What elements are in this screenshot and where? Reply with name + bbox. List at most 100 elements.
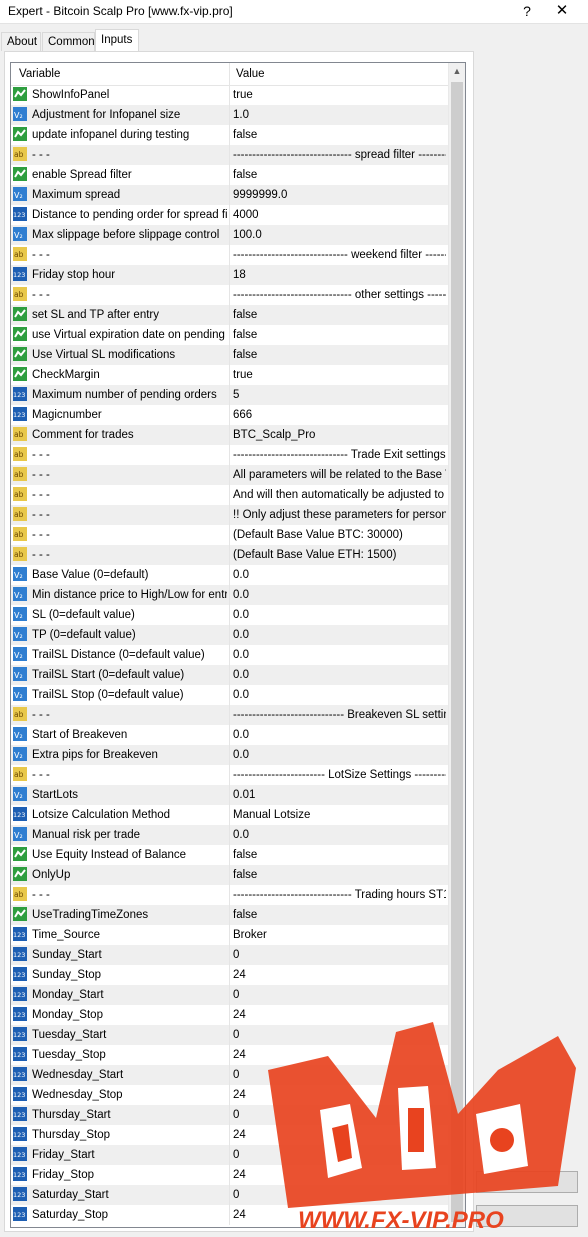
variable-value[interactable]: 0.0 [233, 725, 446, 745]
variable-value[interactable]: false [233, 305, 446, 325]
table-row[interactable]: V₂ TrailSL Stop (0=default value) 0.0 [11, 685, 448, 705]
table-row[interactable]: ab - - - ------------------------------ we… [11, 245, 448, 265]
variable-value[interactable]: 24 [233, 965, 446, 985]
table-row[interactable]: ab - - - ------------------------------- s… [11, 145, 448, 165]
variable-value[interactable]: 5 [233, 385, 446, 405]
variable-value[interactable]: Manual Lotsize [233, 805, 446, 825]
variable-value[interactable]: false [233, 905, 446, 925]
variable-value[interactable]: 9999999.0 [233, 185, 446, 205]
table-row[interactable]: OnlyUp false [11, 865, 448, 885]
table-row[interactable]: ab - - - All parameters will be related to… [11, 465, 448, 485]
variable-value[interactable]: BTC_Scalp_Pro [233, 425, 446, 445]
table-row[interactable]: V₂ TrailSL Start (0=default value) 0.0 [11, 665, 448, 685]
column-header-variable[interactable]: Variable [11, 63, 230, 85]
variable-value[interactable]: false [233, 325, 446, 345]
table-row[interactable]: ab - - - !! Only adjust these parameters f… [11, 505, 448, 525]
table-row[interactable]: Use Equity Instead of Balance false [11, 845, 448, 865]
variable-value[interactable]: 0.0 [233, 685, 446, 705]
table-row[interactable]: 123 Lotsize Calculation Method Manual Lots… [11, 805, 448, 825]
table-row[interactable]: use Virtual expiration date on pending o… [11, 325, 448, 345]
variable-value[interactable]: 0.01 [233, 785, 446, 805]
table-row[interactable]: V₂ Max slippage before slippage control 10… [11, 225, 448, 245]
tab-about[interactable]: About [1, 32, 41, 51]
column-header-value[interactable]: Value [230, 63, 448, 85]
help-button[interactable]: ? [512, 0, 542, 24]
variable-value[interactable]: !! Only adjust these parameters for pers… [233, 505, 446, 525]
table-row[interactable]: ab - - - (Default Base Value ETH: 1500) [11, 545, 448, 565]
tab-inputs[interactable]: Inputs [95, 29, 139, 52]
table-row[interactable]: V₂ Adjustment for Infopanel size 1.0 [11, 105, 448, 125]
scroll-up-arrow-icon[interactable]: ▲ [449, 63, 465, 80]
variable-value[interactable]: 0.0 [233, 825, 446, 845]
table-row[interactable]: 123 Monday_Start 0 [11, 985, 448, 1005]
table-row[interactable]: ab - - - ------------------------------- T… [11, 885, 448, 905]
variable-value[interactable]: 0.0 [233, 665, 446, 685]
table-row[interactable]: V₂ Min distance price to High/Low for ent… [11, 585, 448, 605]
table-row[interactable]: V₂ Base Value (0=default) 0.0 [11, 565, 448, 585]
variable-value[interactable]: 0.0 [233, 565, 446, 585]
variable-value[interactable]: ------------------------------- spread f… [233, 145, 446, 165]
variable-value[interactable]: 18 [233, 265, 446, 285]
table-row[interactable]: 123 Sunday_Stop 24 [11, 965, 448, 985]
variable-value[interactable]: true [233, 85, 446, 105]
table-row[interactable]: ab - - - ------------------------ LotSize … [11, 765, 448, 785]
variable-value[interactable]: 1.0 [233, 105, 446, 125]
variable-value[interactable]: true [233, 365, 446, 385]
variable-value[interactable]: ------------------------------- other se… [233, 285, 446, 305]
variable-value[interactable]: 0.0 [233, 645, 446, 665]
table-row[interactable]: V₂ Maximum spread 9999999.0 [11, 185, 448, 205]
table-row[interactable]: 123 Sunday_Start 0 [11, 945, 448, 965]
table-row[interactable]: 123 Time_Source Broker [11, 925, 448, 945]
table-row[interactable]: set SL and TP after entry false [11, 305, 448, 325]
variable-value[interactable]: 0.0 [233, 625, 446, 645]
variable-value[interactable]: 4000 [233, 205, 446, 225]
variable-value[interactable]: false [233, 125, 446, 145]
table-row[interactable]: 123 Friday stop hour 18 [11, 265, 448, 285]
variable-value[interactable]: 0 [233, 985, 446, 1005]
table-row[interactable]: enable Spread filter false [11, 165, 448, 185]
table-row[interactable]: 123 Magicnumber 666 [11, 405, 448, 425]
table-row[interactable]: V₂ SL (0=default value) 0.0 [11, 605, 448, 625]
variable-value[interactable]: 666 [233, 405, 446, 425]
table-row[interactable]: ab - - - And will then automatically be ad… [11, 485, 448, 505]
variable-value[interactable]: ------------------------------ weekend f… [233, 245, 446, 265]
table-row[interactable]: Use Virtual SL modifications false [11, 345, 448, 365]
variable-value[interactable]: 0 [233, 945, 446, 965]
table-row[interactable]: V₂ Extra pips for Breakeven 0.0 [11, 745, 448, 765]
table-row[interactable]: ab - - - ----------------------------- Bre… [11, 705, 448, 725]
table-row[interactable]: 123 Maximum number of pending orders 5 [11, 385, 448, 405]
table-row[interactable]: ab Comment for trades BTC_Scalp_Pro [11, 425, 448, 445]
variable-value[interactable]: ------------------------------- Trading … [233, 885, 446, 905]
variable-value[interactable]: false [233, 865, 446, 885]
table-row[interactable]: ab - - - ------------------------------- o… [11, 285, 448, 305]
table-row[interactable]: V₂ TP (0=default value) 0.0 [11, 625, 448, 645]
variable-value[interactable]: 100.0 [233, 225, 446, 245]
variable-value[interactable]: Broker [233, 925, 446, 945]
close-button[interactable]: ✕ [547, 0, 577, 24]
variable-value[interactable]: false [233, 845, 446, 865]
variable-value[interactable]: 0.0 [233, 585, 446, 605]
table-row[interactable]: V₂ StartLots 0.01 [11, 785, 448, 805]
variable-value[interactable]: 0.0 [233, 745, 446, 765]
table-row[interactable]: V₂ TrailSL Distance (0=default value) 0.0 [11, 645, 448, 665]
variable-value[interactable]: All parameters will be related to the Ba… [233, 465, 446, 485]
tab-common[interactable]: Common [42, 32, 95, 51]
table-row[interactable]: ShowInfoPanel true [11, 85, 448, 105]
variable-value[interactable]: ------------------------------ Trade Exi… [233, 445, 446, 465]
variable-value[interactable]: 0.0 [233, 605, 446, 625]
table-row[interactable]: 123 Distance to pending order for spread … [11, 205, 448, 225]
table-row[interactable]: V₂ Manual risk per trade 0.0 [11, 825, 448, 845]
variable-value[interactable]: (Default Base Value BTC: 30000) [233, 525, 446, 545]
table-row[interactable]: V₂ Start of Breakeven 0.0 [11, 725, 448, 745]
table-row[interactable]: update infopanel during testing false [11, 125, 448, 145]
table-row[interactable]: ab - - - ------------------------------ Tr… [11, 445, 448, 465]
variable-value[interactable]: ------------------------ LotSize Setting… [233, 765, 446, 785]
variable-value[interactable]: false [233, 165, 446, 185]
variable-value[interactable]: false [233, 345, 446, 365]
table-row[interactable]: UseTradingTimeZones false [11, 905, 448, 925]
table-row[interactable]: CheckMargin true [11, 365, 448, 385]
table-row[interactable]: ab - - - (Default Base Value BTC: 30000) [11, 525, 448, 545]
variable-value[interactable]: (Default Base Value ETH: 1500) [233, 545, 446, 565]
variable-value[interactable]: ----------------------------- Breakeven … [233, 705, 446, 725]
variable-value[interactable]: And will then automatically be adjusted … [233, 485, 446, 505]
